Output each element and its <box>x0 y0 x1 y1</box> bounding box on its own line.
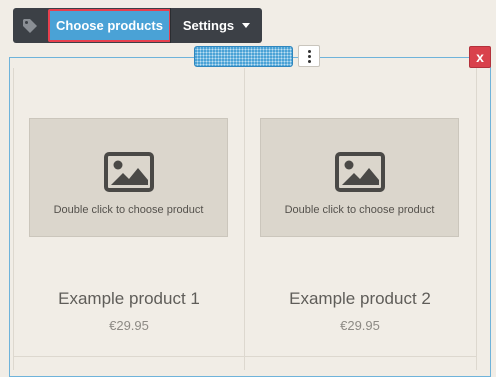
product-name: Example product 2 <box>289 289 431 308</box>
drag-handle[interactable] <box>194 46 293 67</box>
image-icon <box>335 152 385 192</box>
chevron-down-icon <box>242 23 251 28</box>
choose-products-button[interactable]: Choose products <box>48 9 171 42</box>
product-image-placeholder-1[interactable]: Double click to choose product <box>29 118 228 237</box>
more-vertical-icon <box>307 49 311 53</box>
settings-dropdown-button[interactable]: Settings <box>171 8 262 43</box>
image-icon <box>104 152 154 192</box>
settings-label: Settings <box>182 18 235 33</box>
product-name: Example product 1 <box>58 289 200 308</box>
grid-divider-right <box>476 68 477 370</box>
more-options-button[interactable] <box>298 45 320 67</box>
product-image-placeholder-2[interactable]: Double click to choose product <box>260 118 459 237</box>
product-price: €29.95 <box>340 318 380 333</box>
placeholder-text: Double click to choose product <box>284 204 435 216</box>
tag-icon[interactable] <box>13 8 47 43</box>
block-toolbar: Choose products Settings <box>13 8 262 43</box>
product-price: €29.95 <box>109 318 149 333</box>
close-button[interactable]: x <box>469 46 491 68</box>
grid-divider-row <box>13 356 476 357</box>
placeholder-text: Double click to choose product <box>53 204 204 216</box>
